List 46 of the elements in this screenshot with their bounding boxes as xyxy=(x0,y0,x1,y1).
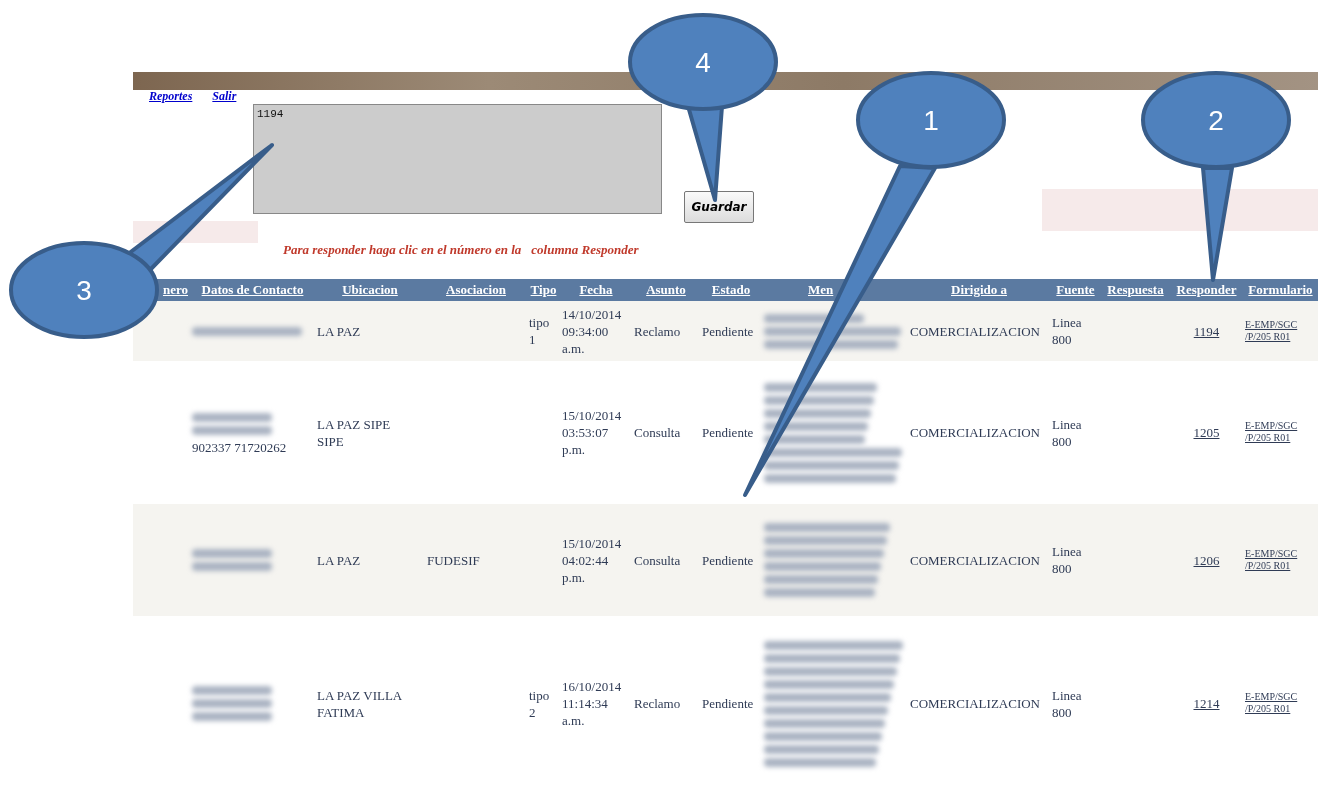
form-link[interactable]: E-EMP/SGC /P/205 R01 xyxy=(1245,547,1303,572)
date-text: 15/10/2014 04:02:44 p.m. xyxy=(562,535,622,585)
subject-text: Reclamo xyxy=(634,323,681,339)
status-text: Pendiente xyxy=(702,696,754,711)
response-field[interactable]: 1194 xyxy=(253,104,662,214)
reply-link[interactable]: 1214 xyxy=(1193,696,1220,711)
nav-link[interactable]: Reportes xyxy=(149,89,193,103)
source-text: Linea 800 xyxy=(1052,315,1082,347)
type-text: tipo 2 xyxy=(529,687,550,720)
location-text: LA PAZ xyxy=(317,322,361,340)
column-header[interactable]: Men xyxy=(808,282,834,297)
instruction-text: columna Responder xyxy=(531,242,639,258)
save-button[interactable]: Guardar xyxy=(684,191,754,223)
contact-text: 902337 71720262 xyxy=(192,439,288,456)
subject-text: Consulta xyxy=(634,425,681,440)
status-text: Pendiente xyxy=(702,323,754,339)
instruction-text: Para responder haga clic en el número en la xyxy=(283,242,522,258)
status-text: Pendiente xyxy=(702,425,754,440)
reply-link[interactable]: 1206 xyxy=(1193,552,1220,568)
subject-text: Consulta xyxy=(634,552,681,568)
department-text: COMERCIALIZACION xyxy=(910,425,1040,440)
form-link[interactable]: E-EMP/SGC /P/205 R01 xyxy=(1245,420,1303,444)
subject-text: Reclamo xyxy=(634,696,681,711)
callout-number: 2 xyxy=(1208,105,1224,136)
department-text: COMERCIALIZACION xyxy=(910,552,1040,568)
department-text: COMERCIALIZACION xyxy=(910,696,1040,711)
reply-link[interactable]: 1205 xyxy=(1193,425,1220,440)
date-text: 14/10/2014 09:34:00 a.m. xyxy=(562,306,622,356)
nav-link[interactable]: Salir xyxy=(212,89,237,103)
form-link[interactable]: E-EMP/SGC /P/205 R01 xyxy=(1245,691,1303,715)
callout-number: 1 xyxy=(923,105,939,136)
callout-number: 3 xyxy=(76,275,92,306)
type-text: tipo 1 xyxy=(529,315,550,347)
date-text: 16/10/2014 11:14:34 a.m. xyxy=(562,679,622,728)
source-text: Linea 800 xyxy=(1052,544,1082,576)
location-text: LA PAZ SIPE SIPE xyxy=(317,415,392,450)
department-text: COMERCIALIZACION xyxy=(910,323,1040,339)
location-text: LA PAZ VILLA FATIMA xyxy=(317,686,403,721)
reply-link[interactable]: 1194 xyxy=(1193,323,1220,339)
callout-number: 4 xyxy=(695,47,711,78)
association-text: FUDESIF xyxy=(427,552,480,568)
date-text: 15/10/2014 03:53:07 p.m. xyxy=(562,408,622,457)
source-text: Linea 800 xyxy=(1052,416,1082,449)
source-text: Linea 800 xyxy=(1052,687,1082,720)
status-text: Pendiente xyxy=(702,552,754,568)
location-text: LA PAZ xyxy=(317,551,361,569)
